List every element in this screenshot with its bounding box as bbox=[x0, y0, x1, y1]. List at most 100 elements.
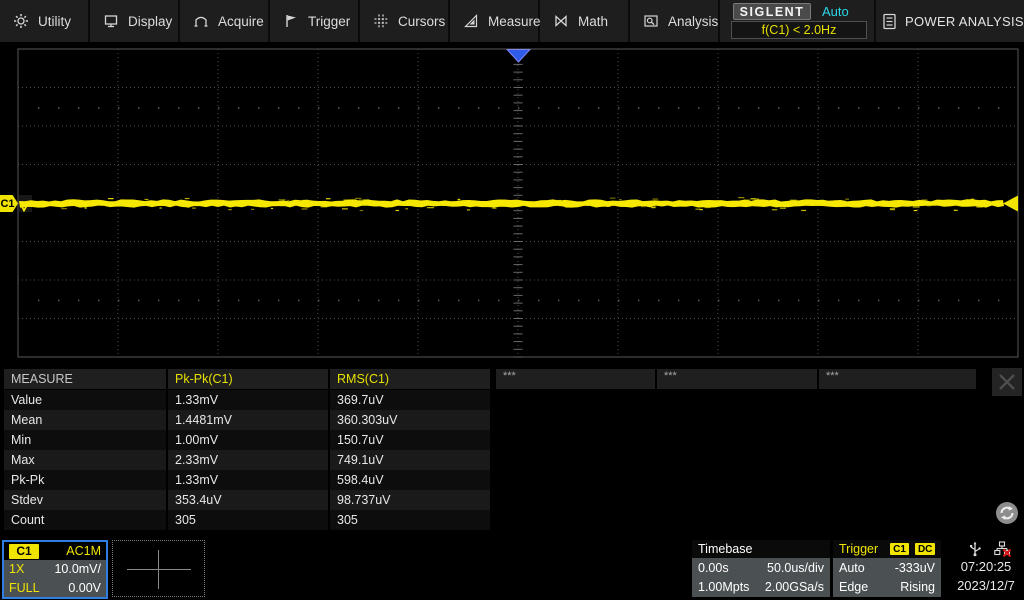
timebase-row2: 1.00Mpts 2.00GSa/s bbox=[692, 578, 830, 598]
menu-analysis[interactable]: Analysis bbox=[630, 0, 720, 42]
measure-close-button[interactable] bbox=[992, 368, 1022, 396]
trigger-coupling-badge: DC bbox=[915, 543, 935, 555]
channel1-coupling: AC1M bbox=[66, 544, 101, 558]
channel1-offset: 0.00V bbox=[68, 581, 101, 595]
channel1-scale-row: 1X 10.0mV/ bbox=[4, 560, 106, 579]
gear-icon bbox=[13, 13, 29, 29]
measure-value: 305 bbox=[330, 510, 490, 530]
measure-row-label: Min bbox=[4, 430, 166, 450]
timebase-header: Timebase bbox=[692, 540, 830, 558]
magnifier-box-icon bbox=[643, 13, 659, 29]
trigger-row1: Auto -333uV bbox=[833, 558, 941, 578]
trigger-box[interactable]: Trigger C1 DC Auto -333uV Edge Rising bbox=[833, 540, 941, 597]
trigger-level: -333uV bbox=[895, 561, 935, 575]
crosshair-icon bbox=[127, 569, 191, 570]
menu-utility-label: Utility bbox=[38, 14, 71, 29]
timebase-scale: 50.0us/div bbox=[767, 561, 824, 575]
trigger-type: Edge bbox=[839, 580, 868, 594]
measure-value: 2.33mV bbox=[168, 450, 328, 470]
measure-row-label: Pk-Pk bbox=[4, 470, 166, 490]
measure-row-label: Mean bbox=[4, 410, 166, 430]
add-channel-box[interactable] bbox=[112, 540, 205, 597]
menu-cursors[interactable]: Cursors bbox=[360, 0, 450, 42]
measure-value: 749.1uV bbox=[330, 450, 490, 470]
menu-measure-label: Measure bbox=[488, 14, 541, 29]
waveform-display[interactable] bbox=[0, 42, 1024, 362]
cursors-grid-icon bbox=[373, 13, 389, 29]
measure-value: 1.33mV bbox=[168, 470, 328, 490]
measure-col-rms[interactable]: RMS(C1) bbox=[330, 369, 490, 389]
menu-utility[interactable]: Utility bbox=[0, 0, 90, 42]
measure-row-label: Count bbox=[4, 510, 166, 530]
channel1-bandwidth: FULL bbox=[9, 581, 40, 595]
trigger-label: Trigger bbox=[839, 542, 878, 556]
trigger-source-badge: C1 bbox=[890, 543, 909, 555]
menu-trigger-label: Trigger bbox=[308, 14, 350, 29]
menu-acquire-label: Acquire bbox=[218, 14, 264, 29]
timebase-row1: 0.00s 50.0us/div bbox=[692, 558, 830, 578]
trigger-mode: Auto bbox=[839, 561, 865, 575]
measure-value: 305 bbox=[168, 510, 328, 530]
timebase-memory: 1.00Mpts bbox=[698, 580, 749, 594]
channel1-box[interactable]: C1 AC1M 1X 10.0mV/ FULL 0.00V bbox=[2, 540, 108, 599]
measure-value: 150.7uV bbox=[330, 430, 490, 450]
measure-col-pkpk[interactable]: Pk-Pk(C1) bbox=[168, 369, 328, 389]
channel1-badge: C1 bbox=[9, 544, 39, 559]
timebase-label: Timebase bbox=[698, 542, 752, 556]
measure-value: 360.303uV bbox=[330, 410, 490, 430]
measure-value: 98.737uV bbox=[330, 490, 490, 510]
channel1-vertical-scale: 10.0mV/ bbox=[54, 562, 101, 576]
menu-measure[interactable]: Measure bbox=[450, 0, 540, 42]
menu-math-label: Math bbox=[578, 14, 608, 29]
menu-math[interactable]: Math bbox=[540, 0, 630, 42]
clock-time: 07:20:25 bbox=[948, 557, 1024, 576]
power-analysis-label: POWER ANALYSIS bbox=[905, 14, 1024, 29]
measure-col-empty-2[interactable]: *** bbox=[657, 369, 817, 389]
clock: 07:20:25 2023/12/7 bbox=[948, 540, 1024, 597]
measure-value: 369.7uV bbox=[330, 390, 490, 410]
clock-date: 2023/12/7 bbox=[948, 576, 1024, 595]
channel1-attenuation: 1X bbox=[9, 562, 24, 576]
monitor-icon bbox=[103, 13, 119, 29]
measure-value: 598.4uV bbox=[330, 470, 490, 490]
trigger-header: Trigger C1 DC bbox=[833, 540, 941, 558]
measure-value: 1.00mV bbox=[168, 430, 328, 450]
measure-col-empty-3[interactable]: *** bbox=[819, 369, 976, 389]
timebase-box[interactable]: Timebase 0.00s 50.0us/div 1.00Mpts 2.00G… bbox=[692, 540, 830, 597]
trigger-position-marker[interactable] bbox=[507, 50, 530, 63]
flag-icon bbox=[283, 13, 299, 29]
bowtie-icon bbox=[553, 13, 569, 29]
menu-display-label: Display bbox=[128, 14, 172, 29]
rotate-gesture-icon[interactable] bbox=[993, 499, 1021, 527]
measure-row-label: Stdev bbox=[4, 490, 166, 510]
channel1-offset-row: FULL 0.00V bbox=[4, 579, 106, 598]
measure-title: MEASURE bbox=[4, 369, 166, 389]
timebase-delay: 0.00s bbox=[698, 561, 729, 575]
timebase-samplerate: 2.00GSa/s bbox=[765, 580, 824, 594]
crosshair-icon bbox=[158, 550, 159, 589]
close-icon bbox=[992, 368, 1022, 396]
menu-power-analysis[interactable]: POWER ANALYSIS bbox=[874, 0, 1024, 42]
menu-acquire[interactable]: Acquire bbox=[180, 0, 270, 42]
measure-col-empty-1[interactable]: *** bbox=[496, 369, 655, 389]
acquisition-status: Auto bbox=[822, 4, 849, 19]
menu-trigger[interactable]: Trigger bbox=[270, 0, 360, 42]
document-icon bbox=[882, 13, 897, 30]
menu-analysis-label: Analysis bbox=[668, 14, 718, 29]
trigger-level-marker[interactable] bbox=[1003, 196, 1018, 212]
oscilloscope-screen: Utility Display Acquire Trigger bbox=[0, 0, 1024, 600]
measure-row-label: Max bbox=[4, 450, 166, 470]
channel1-header: C1 AC1M bbox=[4, 542, 106, 560]
frequency-counter-readout: f(C1) < 2.0Hz bbox=[731, 21, 867, 39]
measure-row-label: Value bbox=[4, 390, 166, 410]
trigger-slope: Rising bbox=[900, 580, 935, 594]
measure-value: 353.4uV bbox=[168, 490, 328, 510]
menu-cursors-label: Cursors bbox=[398, 14, 445, 29]
measure-value: 1.33mV bbox=[168, 390, 328, 410]
measure-value: 1.4481mV bbox=[168, 410, 328, 430]
menu-display[interactable]: Display bbox=[90, 0, 180, 42]
brand-block: SIGLENT Auto f(C1) < 2.0Hz bbox=[722, 0, 876, 42]
trigger-row2: Edge Rising bbox=[833, 578, 941, 598]
siglent-logo: SIGLENT bbox=[733, 3, 811, 20]
arch-icon bbox=[193, 13, 209, 29]
